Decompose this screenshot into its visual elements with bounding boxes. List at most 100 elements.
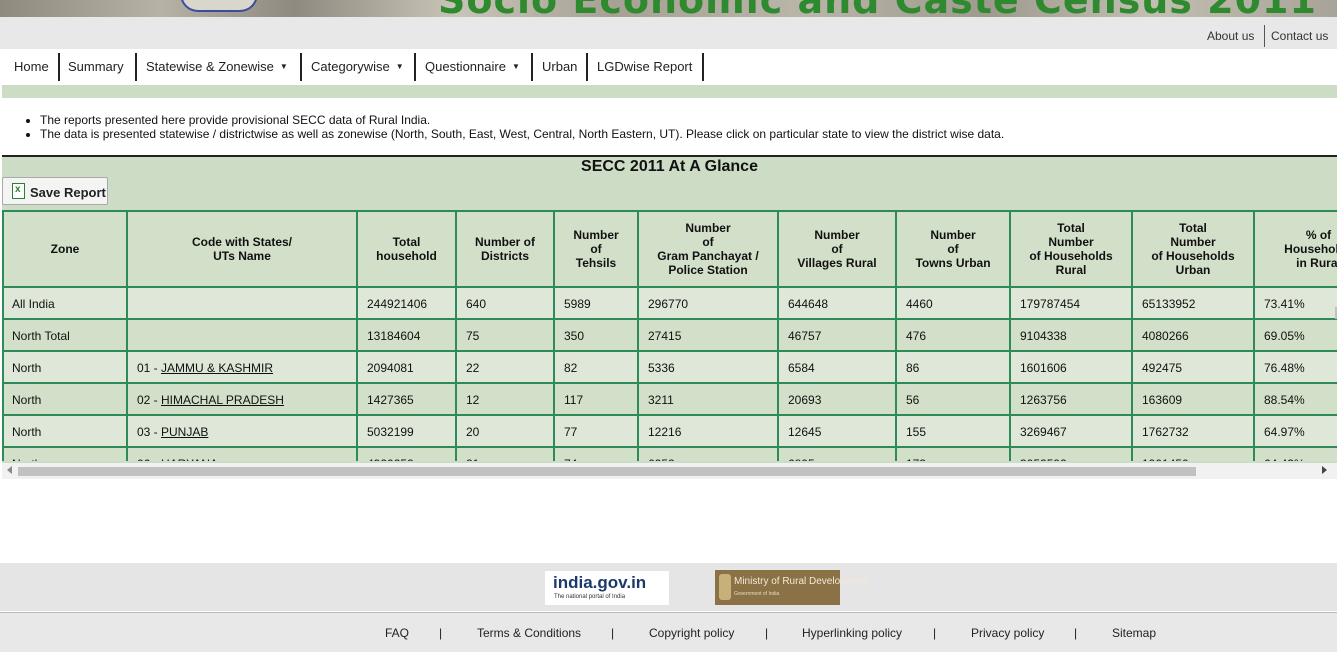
about-us-link[interactable]: About us [1207,29,1254,43]
nav-urban[interactable]: Urban [542,53,577,81]
table-cell: 2094081 [367,361,414,375]
horizontal-scrollbar[interactable] [2,463,1337,479]
nav-separator [58,53,60,81]
table-cell: 5989 [564,297,591,311]
column-header: Number of Gram Panchayat / Police Statio… [639,210,777,288]
scroll-right-icon[interactable] [1322,466,1327,474]
column-divider [637,210,639,461]
emblem-icon [719,574,731,600]
table-cell: 77 [564,425,578,439]
state-code: 03 - [137,425,162,439]
column-header: Number of Villages Rural [779,210,895,288]
table-cell: 21 [466,457,479,461]
column-header: Total Number of Households Rural [1011,210,1131,288]
table-cell: 644648 [788,297,829,311]
row-divider [2,286,1337,288]
state-link[interactable]: JAMMU & KASHMIR [161,361,273,375]
nav-separator [414,53,416,81]
nav-questionnaire[interactable]: Questionnaire ▼ [425,53,520,81]
nav-statewise-zonewise[interactable]: Statewise & Zonewise ▼ [146,53,288,81]
table-cell: 12216 [648,425,682,439]
table-cell: 244921406 [367,297,428,311]
column-divider [1131,210,1133,461]
footer-links: FAQ Terms & Conditions Copyright policy Hyp… [0,612,1337,652]
state-link[interactable]: PUNJAB [161,425,208,439]
table-cell: 3269467 [1020,425,1067,439]
footer-link-terms-conditions[interactable]: Terms & Conditions [477,626,581,640]
table-cell: 492475 [1142,361,1183,375]
nav-home[interactable]: Home [14,53,49,81]
caret-down-icon: ▼ [279,62,288,71]
column-header: Number of Towns Urban [897,210,1009,288]
ministry-logo-text: Ministry of Rural Development [734,576,868,587]
table-cell: 20693 [788,393,822,407]
state-code: 01 - [137,361,162,375]
nav-categorywise[interactable]: Categorywise ▼ [311,53,404,81]
nav-separator [300,53,302,81]
bullet-icon [26,133,30,137]
site-banner: Socio Economic and Caste Census 2011 [0,0,1337,17]
emblem-icon [180,0,258,12]
footer-logos: india.gov.in The national portal of Indi… [0,563,1337,611]
zone-cell: North [12,393,42,407]
nav-separator [586,53,588,81]
banner-title: Socio Economic and Caste Census 2011 [438,0,1317,17]
glance-table: Zone Code with States/ UTs Name Total hous… [2,210,1337,461]
table-cell: 69.05% [1264,329,1305,343]
main-nav: Home Summary Statewise & Zonewise ▼ Category… [0,50,1337,84]
table-cell: 13184604 [367,329,421,343]
table-cell: 476 [906,329,927,343]
row-divider [2,382,1337,384]
footer-link-hyperlinking-policy[interactable]: Hyperlinking policy [802,626,902,640]
ministry-logo[interactable]: Ministry of Rural Development Government… [715,570,868,605]
table-cell: 6584 [788,361,815,375]
footer-link-sitemap[interactable]: Sitemap [1112,626,1156,640]
table-cell: 296770 [648,297,689,311]
nav-lgdwise-report[interactable]: LGDwise Report [597,53,692,81]
table-cell: 155 [906,425,927,439]
table-cell: 4920252 [367,457,414,461]
note-rural-data: The reports presented here provide provi… [40,113,431,127]
table-cell: 5336 [648,361,675,375]
table-cell: 20 [466,425,480,439]
scroll-left-icon[interactable] [7,466,12,474]
table-cell: 1263756 [1020,393,1067,407]
row-divider [2,318,1337,320]
zone-cell: North Total [12,329,70,343]
caret-down-icon: ▼ [511,62,520,71]
state-link[interactable]: HIMACHAL PRADESH [161,393,284,407]
nav-summary[interactable]: Summary [68,53,124,81]
footer-link-copyright-policy[interactable]: Copyright policy [649,626,734,640]
footer-link-faq[interactable]: FAQ [385,626,409,640]
ministry-logo-subtext: Government of India [734,591,780,597]
column-divider [126,210,128,461]
column-divider [356,210,358,461]
column-header: Total household [358,210,455,288]
save-report-button[interactable]: Save Report [2,177,108,205]
note-statewise: The data is presented statewise / distri… [40,127,1005,141]
column-divider [1009,210,1011,461]
zone-cell: North [12,425,42,439]
table-cell: 76.48% [1264,361,1305,375]
column-header: Number of Tehsils [555,210,637,288]
table-cell: 117 [564,393,584,407]
nav-label: Urban [542,59,578,74]
table-cell: 73.41% [1264,297,1305,311]
column-divider [777,210,779,461]
nav-label: LGDwise Report [597,59,693,74]
table-cell: 12645 [788,425,822,439]
state-link[interactable]: HARYANA [161,457,218,461]
india-gov-logo[interactable]: india.gov.in The national portal of Indi… [545,571,669,605]
table-cell: 82 [564,361,578,375]
table-cell: 86 [906,361,920,375]
row-divider [2,210,1337,212]
state-cell: 02 - HIMACHAL PRADESH [137,393,284,407]
contact-us-link[interactable]: Contact us [1271,29,1328,43]
table-cell: 88.54% [1264,393,1305,407]
table-cell: 56 [906,393,920,407]
footer-link-privacy-policy[interactable]: Privacy policy [971,626,1044,640]
nav-label: Questionnaire [425,59,506,74]
scrollbar-thumb[interactable] [18,467,1196,476]
column-divider [1253,210,1255,461]
zone-cell: North [12,457,41,461]
